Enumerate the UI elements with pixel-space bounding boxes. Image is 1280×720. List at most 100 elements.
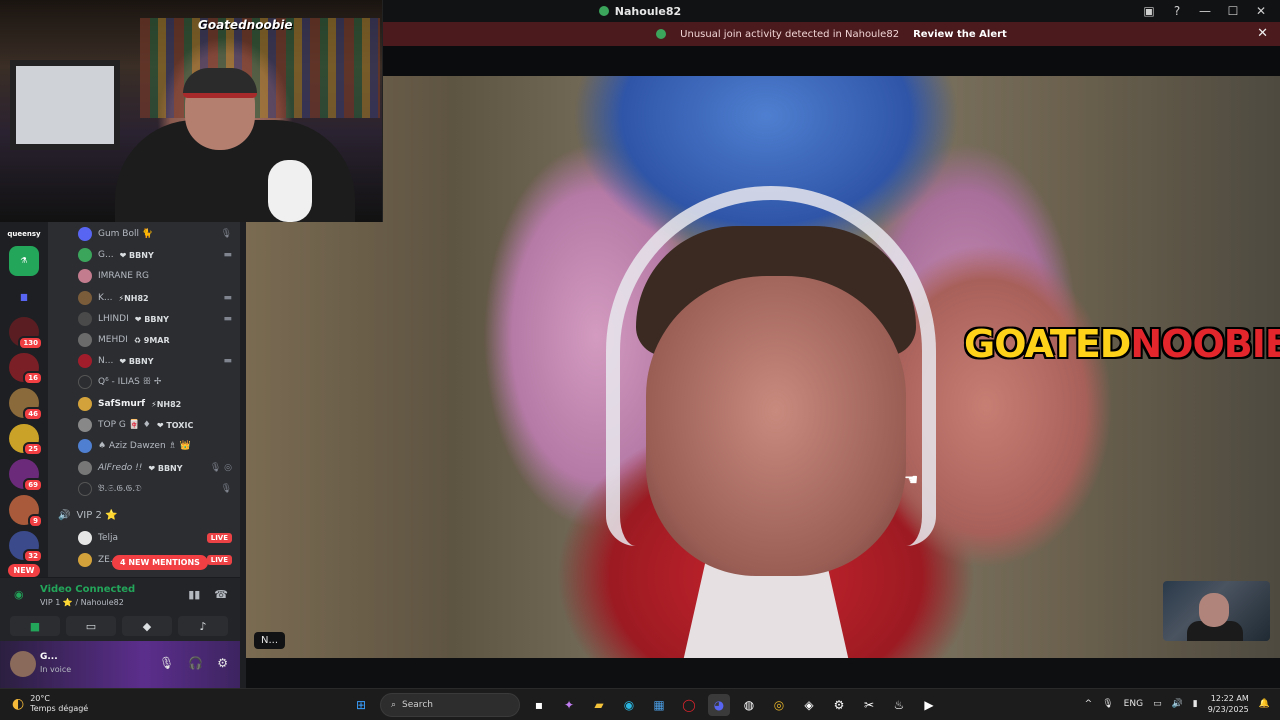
weather-widget[interactable]: ◐ 20°C Temps dégagé xyxy=(12,694,88,714)
voice-controls: ▮▮ ☎ xyxy=(188,588,228,601)
inbox-icon[interactable]: ▣ xyxy=(1142,4,1156,18)
tray-chevron-icon[interactable]: ^ xyxy=(1085,699,1093,709)
server-icon-7[interactable]: 32 xyxy=(9,530,43,564)
speaker-icon: 🔊 xyxy=(58,510,71,521)
store-icon[interactable]: ▦ xyxy=(648,694,670,716)
voice-channel-vip2[interactable]: 🔊 VIP 2 ⭐ xyxy=(58,510,117,521)
member-status-icon: ▬ xyxy=(223,293,232,303)
voice-connection-panel: ◉ Video Connected VIP 1 ⭐ / Nahoule82 ▮▮… xyxy=(0,577,240,641)
webcam-shelf xyxy=(140,18,380,118)
member-row[interactable]: G... ❤ BBNY ▬ xyxy=(78,245,238,265)
chrome-icon[interactable]: ◎ xyxy=(768,694,790,716)
obs-icon[interactable]: ◍ xyxy=(738,694,760,716)
member-status-icon: 🎙 xyxy=(220,484,232,494)
noise-suppression-icon[interactable]: ▮▮ xyxy=(188,588,200,601)
settings-gear-icon[interactable]: ⚙ xyxy=(217,656,228,670)
server-icon-1[interactable]: 130 xyxy=(9,317,43,350)
steam-icon[interactable]: ♨ xyxy=(888,694,910,716)
member-avatar xyxy=(78,418,92,432)
new-servers-pill[interactable]: NEW xyxy=(7,564,41,578)
webcam-microphone xyxy=(268,160,312,222)
opera-icon[interactable]: ◯ xyxy=(678,694,700,716)
disconnect-icon[interactable]: ☎ xyxy=(214,588,228,601)
self-preview-video[interactable] xyxy=(1163,581,1270,641)
windows-start-icon[interactable]: ⊞ xyxy=(350,694,372,716)
member-status-icon: 🎙 xyxy=(220,229,232,239)
server-icon-folder[interactable]: ▆ xyxy=(9,282,39,312)
copilot-icon[interactable]: ✦ xyxy=(558,694,580,716)
voice-channel-path[interactable]: VIP 1 ⭐ / Nahoule82 xyxy=(40,598,124,607)
battery-icon[interactable]: ▮ xyxy=(1193,699,1198,709)
clock-time: 12:22 AM xyxy=(1210,694,1249,703)
member-avatar xyxy=(78,439,92,453)
member-row[interactable]: LHINDI ❤ BBNY ▬ xyxy=(78,309,238,329)
member-row[interactable]: K... ⚡NH82 ▬ xyxy=(78,288,238,308)
soundboard-button[interactable]: ♪ xyxy=(178,616,228,636)
voice-status: Video Connected xyxy=(40,584,136,595)
member-row[interactable]: ♠ Aziz Dawzen ♗ 👑 xyxy=(78,436,238,456)
review-alert-link[interactable]: Review the Alert xyxy=(913,29,1007,40)
taskbar-search[interactable]: ⌕ Search xyxy=(380,693,520,717)
server-icon-3[interactable]: 46 xyxy=(9,388,43,421)
headphones-icon[interactable]: 🎧 xyxy=(188,656,203,670)
join-alert-banner: Unusual join activity detected in Nahoul… xyxy=(383,22,1280,46)
file-explorer-icon[interactable]: ▰ xyxy=(588,694,610,716)
webcam-person-cap xyxy=(183,68,257,98)
webcam-monitor xyxy=(10,60,120,150)
alert-server-icon xyxy=(656,29,667,39)
member-status-icon: ▬ xyxy=(223,250,232,260)
member-avatar xyxy=(78,291,92,305)
maximize-button[interactable]: ☐ xyxy=(1226,4,1240,18)
video-subject-headset xyxy=(606,186,936,546)
discord-icon[interactable]: ◕ xyxy=(708,694,730,716)
taskbar-clock[interactable]: 12:22 AM 9/23/2025 xyxy=(1208,693,1249,715)
camera-button[interactable]: ■ xyxy=(10,616,60,636)
member-row[interactable]: AlFredo !! ❤ BBNY 🎙 ◎ xyxy=(78,458,238,478)
user-controls: 🎙 🎧 ⚙ xyxy=(159,656,228,670)
member-avatar xyxy=(78,553,92,567)
settings-icon[interactable]: ⚙ xyxy=(828,694,850,716)
moon-weather-icon: ◐ xyxy=(12,696,25,712)
server-icon-4[interactable]: 25 xyxy=(9,423,43,457)
microphone-icon[interactable]: 🎙 xyxy=(159,656,174,670)
language-indicator[interactable]: ENG xyxy=(1124,699,1143,709)
network-icon[interactable]: ▭ xyxy=(1153,699,1162,709)
member-row[interactable]: Telja LIVE xyxy=(78,528,238,548)
member-row[interactable]: SafSmurf ⚡NH82 xyxy=(78,394,238,414)
tray-mic-icon[interactable]: 🎙 xyxy=(1102,699,1113,709)
member-row[interactable]: MEHDI ♻ 9MAR xyxy=(78,330,238,350)
alert-close-icon[interactable]: ✕ xyxy=(1257,26,1268,41)
member-row[interactable]: 𝔅.𝔖.𝔊.𝔊.𝔇 🎙 xyxy=(78,479,238,499)
edge-icon[interactable]: ◉ xyxy=(618,694,640,716)
hand-cursor-icon: ☚ xyxy=(904,470,919,489)
member-row[interactable]: N... ❤ BBNY ▬ xyxy=(78,351,238,371)
member-row[interactable]: IMRANE RG xyxy=(78,266,238,286)
main-video-stream[interactable]: GOATEDNOOBIE ☚ xyxy=(246,76,1280,658)
app-icon[interactable]: ◈ xyxy=(798,694,820,716)
member-row[interactable]: Gum Boll 🐈 🎙 xyxy=(78,224,238,244)
activity-button[interactable]: ◆ xyxy=(122,616,172,636)
server-icon-6[interactable]: 9 xyxy=(9,494,43,528)
member-row[interactable]: TOP G 🀄 ♦ ❤ TOXIC xyxy=(78,415,238,435)
signal-icon[interactable]: ◉ xyxy=(14,588,24,601)
notification-bell-icon[interactable]: 🔔 xyxy=(1259,699,1270,709)
clock-date: 9/23/2025 xyxy=(1207,705,1249,714)
snipping-tool-icon[interactable]: ✂ xyxy=(858,694,880,716)
member-avatar xyxy=(78,375,92,389)
minimize-button[interactable]: — xyxy=(1198,4,1212,18)
screen-share-button[interactable]: ▭ xyxy=(66,616,116,636)
member-row[interactable]: Q⁶ - ILIAS ꕥ ✢ xyxy=(78,372,238,392)
help-icon[interactable]: ? xyxy=(1170,4,1184,18)
member-avatar xyxy=(78,312,92,326)
media-player-icon[interactable]: ▶ xyxy=(918,694,940,716)
volume-icon[interactable]: 🔊 xyxy=(1172,699,1183,709)
server-icon-2[interactable]: 16 xyxy=(9,352,43,386)
server-icon-5[interactable]: 69 xyxy=(9,459,43,492)
new-mentions-pill[interactable]: 4 NEW MENTIONS xyxy=(112,555,208,570)
server-list-brand: queensy xyxy=(7,230,41,238)
task-view-icon[interactable]: ▪ xyxy=(528,694,550,716)
close-button[interactable]: ✕ xyxy=(1254,4,1268,18)
server-icon-lab[interactable]: ⚗ xyxy=(9,246,39,276)
member-status-icon: 🎙 ◎ xyxy=(209,463,232,473)
user-avatar[interactable] xyxy=(10,651,36,677)
